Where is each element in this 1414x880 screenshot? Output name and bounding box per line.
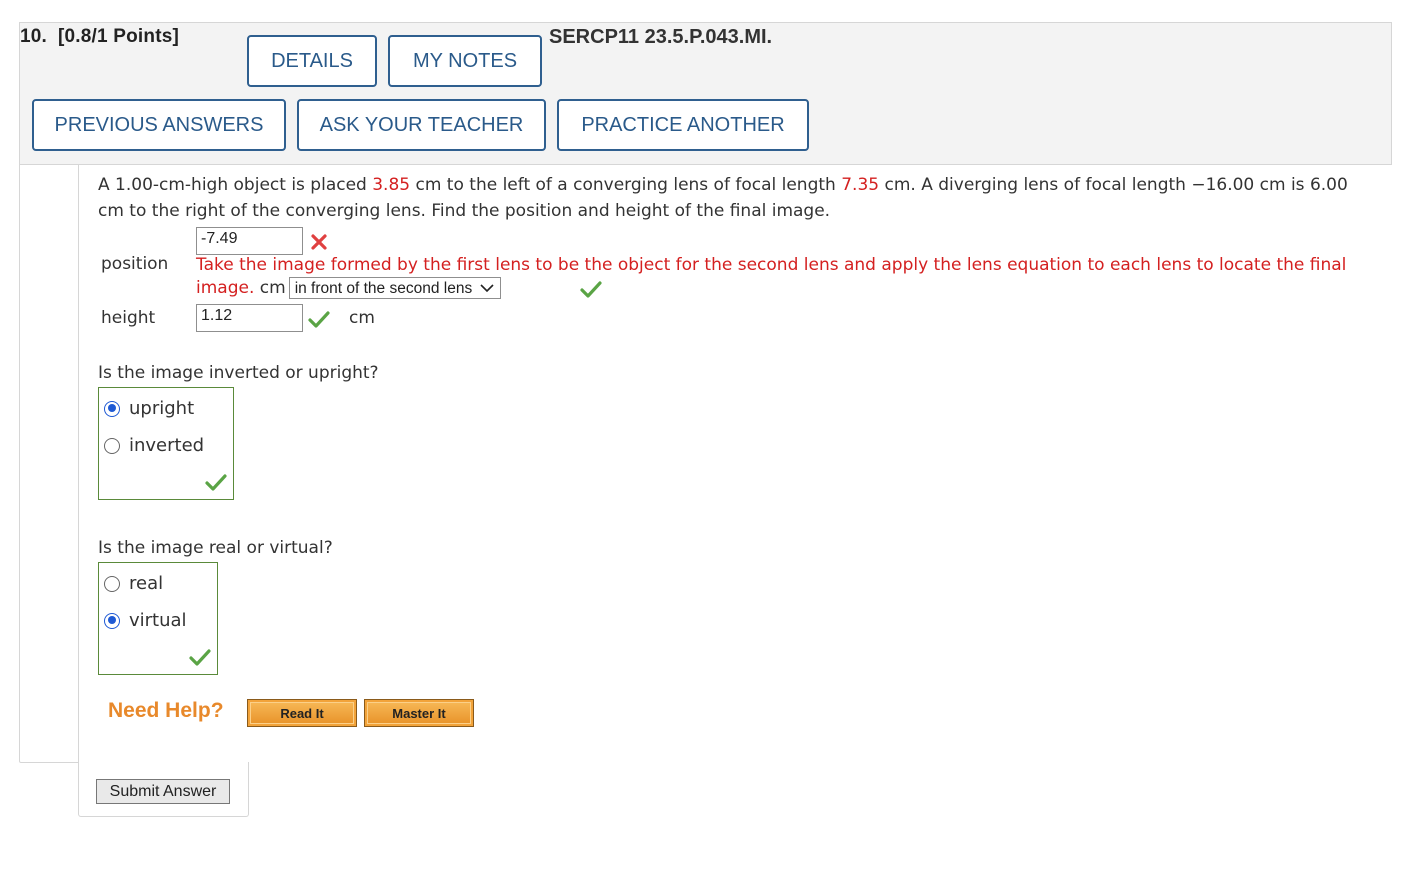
radio-real[interactable] — [104, 575, 120, 592]
focal-length-value: 7.35 — [841, 175, 880, 195]
question-number: 10. — [20, 26, 48, 47]
position-unit: cm — [259, 278, 286, 298]
option-inverted[interactable]: inverted — [104, 435, 204, 456]
height-label: height — [101, 308, 156, 328]
master-it-button[interactable]: Master It — [364, 699, 474, 727]
incorrect-x-icon — [311, 234, 327, 250]
question-text: A 1.00-cm-high object is placed 3.85 cm … — [98, 175, 1348, 221]
position-direction-value: in front of the second lens — [294, 279, 473, 297]
need-help-label: Need Help? — [108, 699, 224, 722]
practice-another-button[interactable]: PRACTICE ANOTHER — [557, 99, 809, 151]
position-direction-select[interactable]: in front of the second lens — [288, 277, 502, 300]
question-number-points: 10. [0.8/1 Points] — [20, 26, 179, 48]
image-type-prompt: Is the image real or virtual? — [98, 538, 333, 558]
radio-upright[interactable] — [104, 400, 120, 417]
option-virtual[interactable]: virtual — [104, 610, 187, 631]
correct-check-icon — [189, 649, 211, 666]
height-input[interactable]: 1.12 — [196, 304, 303, 332]
correct-check-icon — [580, 281, 602, 298]
radio-virtual[interactable] — [104, 612, 120, 629]
chevron-down-icon — [480, 277, 494, 300]
my-notes-button[interactable]: MY NOTES — [388, 35, 542, 87]
orientation-prompt: Is the image inverted or upright? — [98, 363, 379, 383]
position-input[interactable]: -7.49 — [196, 227, 303, 255]
read-it-button[interactable]: Read It — [247, 699, 357, 727]
submit-answer-button[interactable]: Submit Answer — [96, 779, 230, 804]
question-reference: SERCP11 23.5.P.043.MI. — [549, 26, 773, 48]
correct-check-icon — [205, 474, 227, 491]
option-upright[interactable]: upright — [104, 398, 194, 419]
ask-your-teacher-button[interactable]: ASK YOUR TEACHER — [297, 99, 546, 151]
position-hint: Take the image formed by the first lens … — [196, 254, 1356, 300]
previous-answers-button[interactable]: PREVIOUS ANSWERS — [32, 99, 286, 151]
height-unit: cm — [349, 308, 375, 328]
object-distance-value: 3.85 — [372, 175, 411, 195]
option-real[interactable]: real — [104, 573, 163, 594]
details-button[interactable]: DETAILS — [247, 35, 377, 87]
radio-inverted[interactable] — [104, 437, 120, 454]
question-points: [0.8/1 Points] — [57, 26, 180, 47]
position-label: position — [101, 254, 169, 274]
correct-check-icon — [308, 311, 330, 328]
